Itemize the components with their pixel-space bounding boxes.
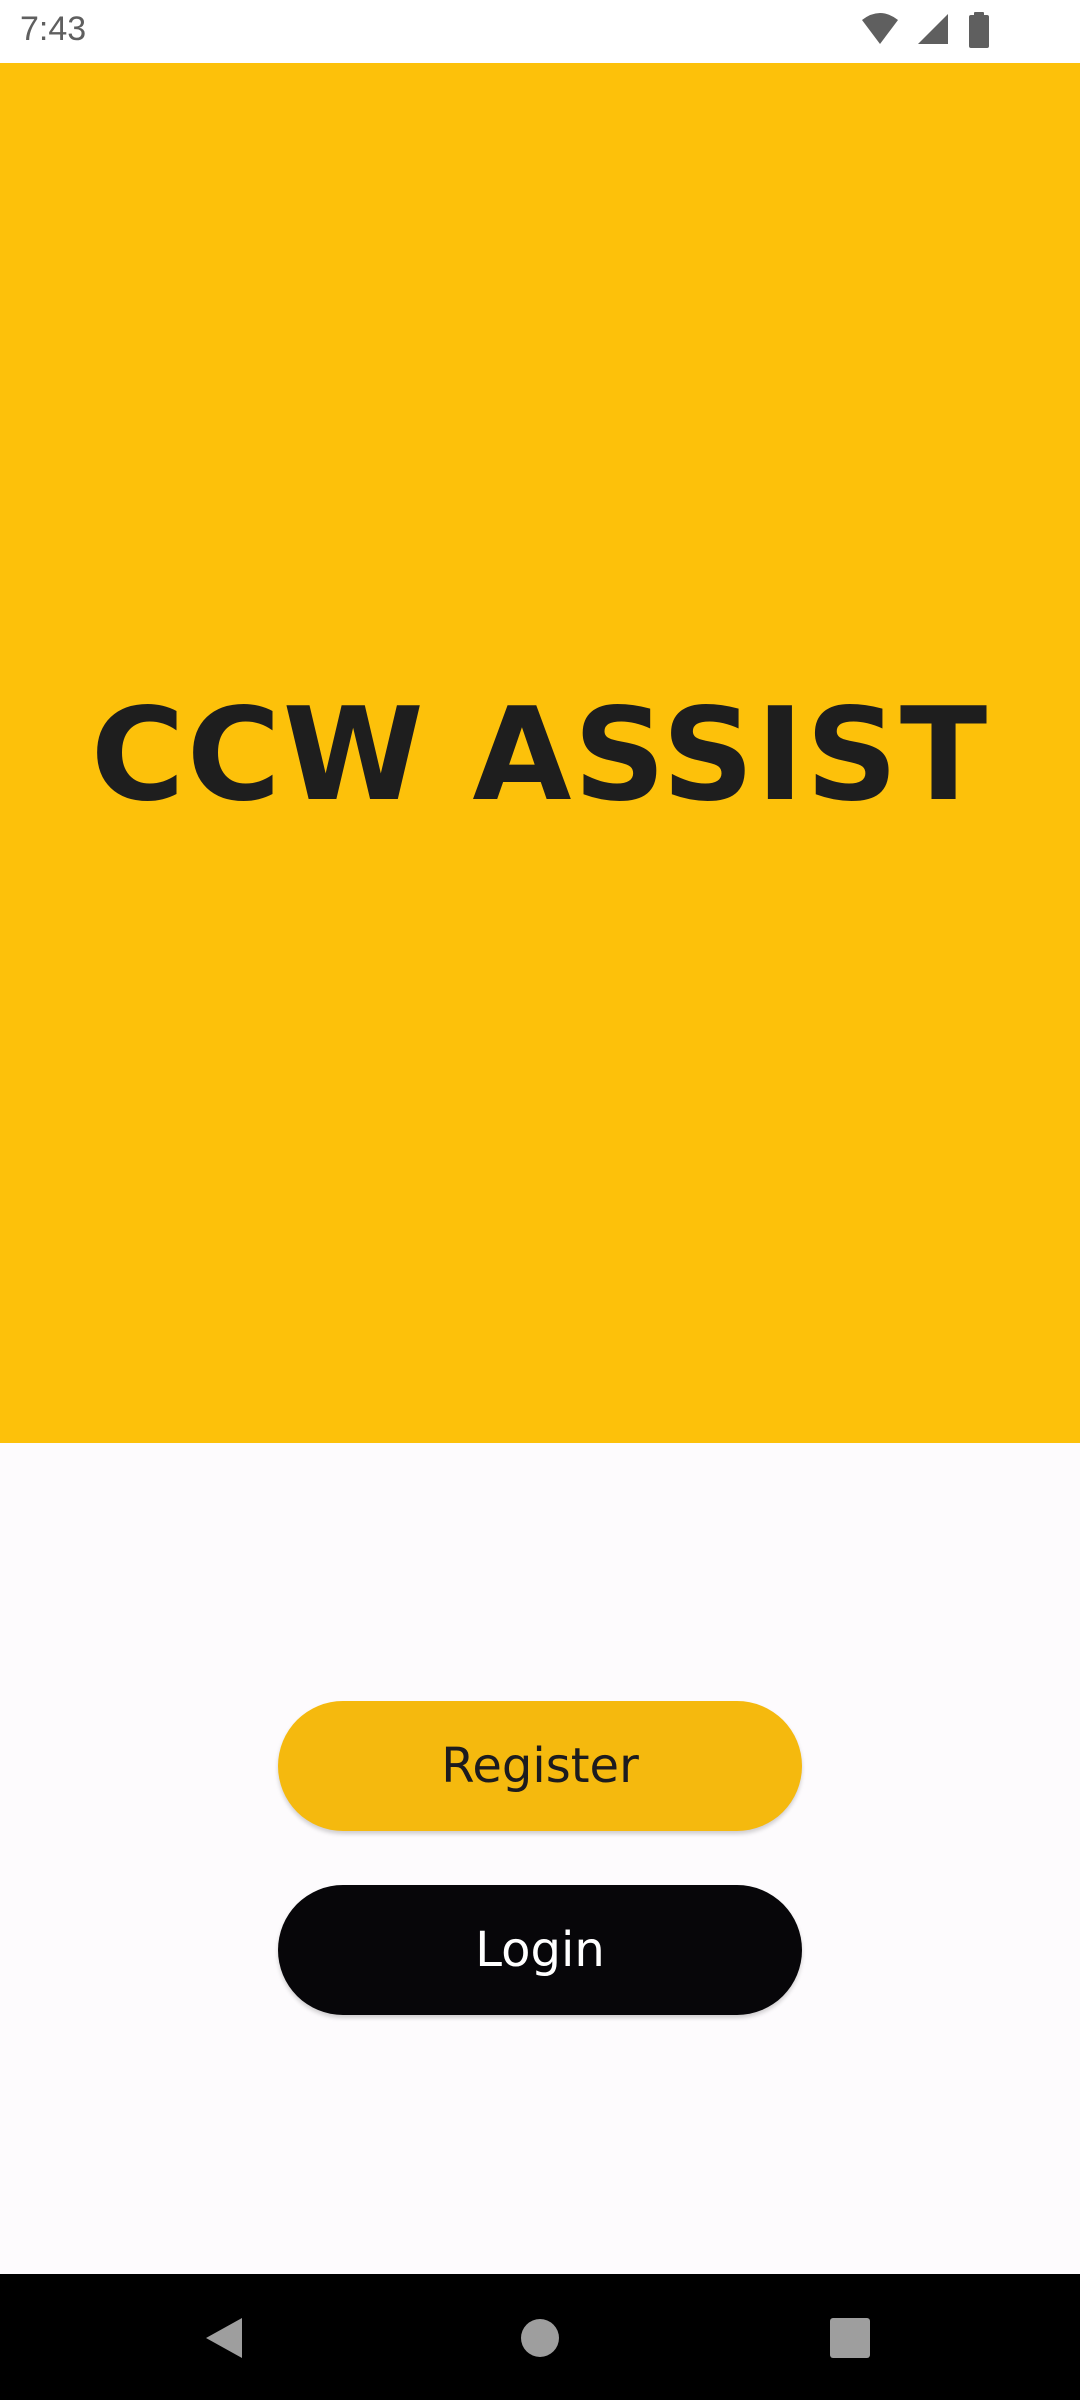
battery-icon xyxy=(969,12,989,48)
navigation-bar xyxy=(0,2274,1080,2400)
login-button[interactable]: Login xyxy=(278,1885,802,2015)
home-icon[interactable] xyxy=(504,2302,576,2374)
signal-icon xyxy=(918,14,948,44)
register-button[interactable]: Register xyxy=(278,1701,802,1831)
back-icon[interactable] xyxy=(190,2302,262,2374)
wifi-icon xyxy=(862,13,898,44)
recents-icon[interactable] xyxy=(814,2302,886,2374)
status-bar: 7:43 xyxy=(0,0,1080,63)
app-title: CCW ASSIST xyxy=(90,681,990,830)
status-time: 7:43 xyxy=(20,10,87,48)
screen: 7:43 CCW ASSIST Register Login xyxy=(0,0,1080,2400)
